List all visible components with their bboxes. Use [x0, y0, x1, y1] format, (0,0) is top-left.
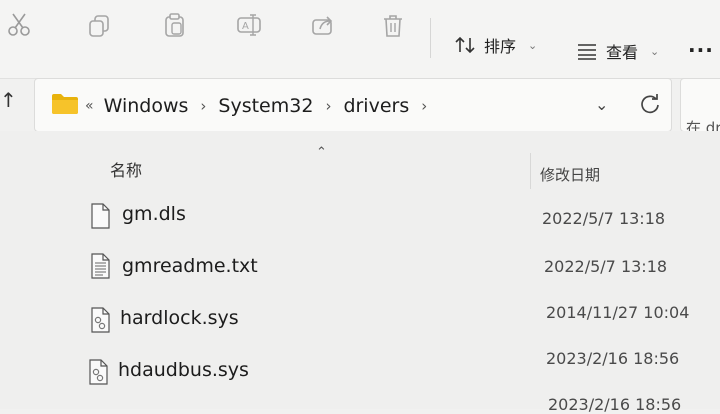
view-icon [578, 44, 596, 60]
cut-icon[interactable] [4, 10, 34, 40]
share-icon[interactable] [308, 10, 338, 40]
chevron-right-icon[interactable]: › [200, 97, 206, 115]
file-name[interactable]: gmreadme.txt [122, 255, 258, 277]
svg-text:A: A [242, 21, 249, 32]
rename-icon[interactable]: A [234, 10, 264, 40]
breadcrumb-windows[interactable]: Windows [104, 95, 189, 117]
chevron-down-icon: ⌄ [528, 38, 538, 52]
up-arrow-icon[interactable]: ↑ [0, 88, 17, 112]
paste-icon[interactable] [160, 10, 190, 40]
file-date: 2022/5/7 13:18 [544, 257, 668, 276]
view-label: 查看 [606, 43, 639, 62]
refresh-icon[interactable] [639, 93, 661, 115]
system-file-icon [91, 307, 110, 333]
address-bar[interactable]: « Windows › System32 › drivers › ⌄ [34, 78, 672, 132]
file-date: 2023/2/16 18:56 [546, 349, 680, 368]
more-options-button[interactable]: ··· [688, 38, 714, 62]
column-header-name[interactable]: 名称 [110, 157, 142, 181]
text-file-icon [91, 253, 110, 279]
view-button[interactable]: 查看 ⌄ [576, 36, 659, 66]
copy-icon[interactable] [84, 10, 114, 40]
chevron-right-icon[interactable]: › [325, 97, 331, 115]
file-name[interactable]: hdaudbus.sys [118, 359, 249, 381]
file-date: 2023/2/16 18:56 [548, 395, 682, 414]
column-header-date[interactable]: 修改日期 [540, 164, 600, 185]
command-bar: A 排序 ⌄ 查看 ⌄ ··· [0, 0, 720, 79]
chevron-right-icon[interactable]: › [421, 97, 427, 115]
system-file-icon [89, 359, 108, 385]
file-date: 2014/11/27 10:04 [546, 303, 690, 322]
file-list: 名称 ⌃ 修改日期 gm.dls 2022/5/7 13:18 gmreadme… [0, 131, 720, 414]
folder-icon [52, 94, 78, 114]
breadcrumb-overflow[interactable]: « [85, 98, 94, 114]
breadcrumb-drivers[interactable]: drivers [343, 95, 409, 117]
sort-button[interactable]: 排序 ⌄ [454, 30, 537, 60]
file-date: 2022/5/7 13:18 [542, 209, 666, 228]
chevron-down-icon: ⌄ [650, 44, 660, 58]
file-name[interactable]: gm.dls [122, 203, 186, 225]
toolbar-separator [430, 18, 431, 58]
breadcrumb: « Windows › System32 › drivers › [85, 95, 439, 117]
delete-icon[interactable] [378, 10, 408, 40]
column-divider[interactable] [530, 153, 531, 189]
sort-label: 排序 [484, 37, 517, 56]
breadcrumb-system32[interactable]: System32 [218, 95, 313, 117]
sort-ascending-icon: ⌃ [316, 145, 327, 160]
chevron-down-icon[interactable]: ⌄ [595, 95, 608, 114]
sort-icon [455, 36, 475, 54]
file-icon [91, 203, 110, 229]
file-name[interactable]: hardlock.sys [120, 307, 239, 329]
